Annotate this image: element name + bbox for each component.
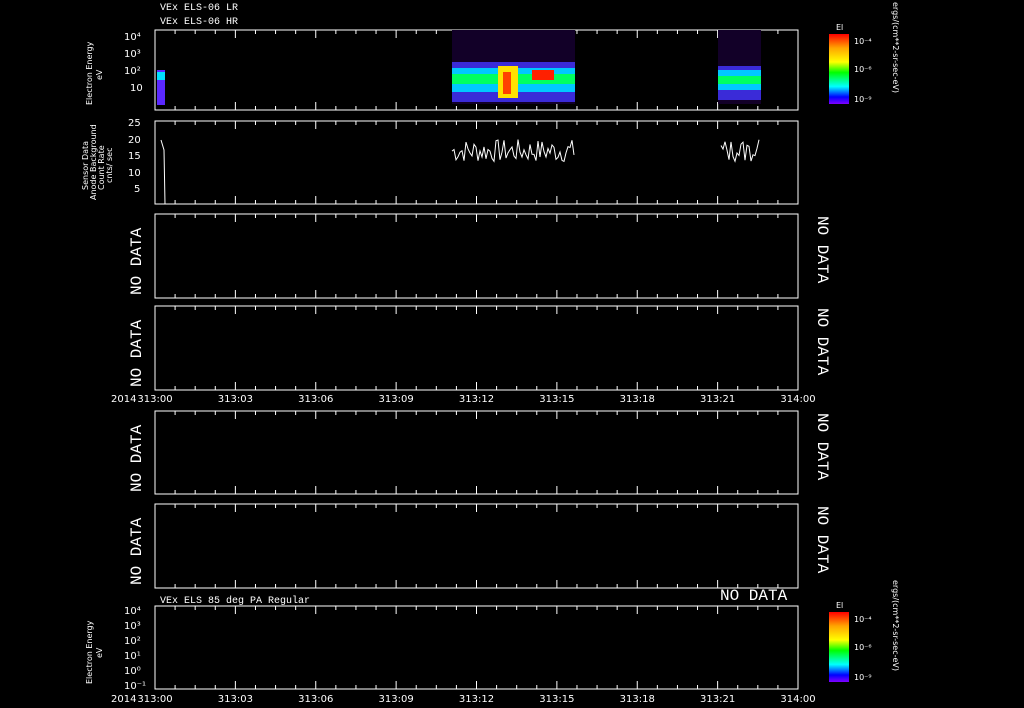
panel-2-ytick: 10	[128, 168, 141, 179]
spectro-block-1-hot	[503, 72, 511, 94]
time-tick-label: 314:00	[780, 694, 815, 705]
colorbar-bottom-title: El	[836, 601, 843, 610]
colorbar-top-label: 10⁻⁴	[854, 37, 872, 46]
time-tick-label: 313:03	[218, 694, 253, 705]
time-tick-label: 313:00	[137, 694, 172, 705]
panel-7-nodata: NO DATA	[720, 587, 788, 605]
time-tick-label: 313:12	[459, 694, 494, 705]
time-ticks	[154, 30, 799, 689]
nodata-left-panel-5: NO DATA	[128, 424, 146, 492]
panel-2-ytick: 15	[128, 151, 141, 162]
count-rate-edge-trace	[160, 139, 166, 205]
colorbar-bottom-unit: ergs/(cm**2-sr-sec-eV)	[891, 580, 900, 671]
time-tick-label: 313:15	[539, 694, 574, 705]
header-line-1: VEx ELS-06 LR	[160, 3, 238, 14]
panel-2-ylabel-line-4: cnts/ sec	[105, 148, 114, 184]
panel-7-ytick: 10³	[124, 621, 141, 632]
time-tick-label: 313:18	[620, 694, 655, 705]
colorbar-top-label: 10⁻⁹	[854, 95, 872, 104]
time-tick-label: 313:09	[379, 394, 414, 405]
panel-1-ylabel: Electron Energy	[85, 41, 94, 105]
nodata-left-panel-6: NO DATA	[128, 517, 146, 585]
panel-7-ytick: 10⁴	[124, 606, 141, 617]
count-rate-trace-1	[451, 139, 575, 163]
colorbar-top-label: 10⁻⁶	[854, 65, 872, 74]
time-tick-label: 314:00	[780, 394, 815, 405]
panel-1-yunit: eV	[95, 69, 104, 80]
spectro-block-2-core	[718, 76, 761, 84]
time-tick-label: 313:12	[459, 394, 494, 405]
time-tick-label: 313:09	[379, 694, 414, 705]
header-line-2: VEx ELS-06 HR	[160, 17, 238, 28]
panel-6-frame	[154, 503, 799, 589]
plot-canvas: VEx ELS-06 LR VEx ELS-06 HR Electron Ene…	[81, 2, 900, 705]
time-tick-label: 313:06	[298, 694, 333, 705]
time-tick-label: 313:18	[620, 394, 655, 405]
panel-4-frame	[154, 305, 799, 391]
panel-7-ytick: 10¹	[124, 651, 141, 662]
time-axis-labels: 313:00 313:03 313:06 313:09 313:12 313:15 313:…	[137, 394, 815, 705]
nodata-left-panel-4: NO DATA	[128, 319, 146, 387]
panel-7-title: VEx ELS 85 deg PA Regular	[160, 595, 310, 607]
nodata-right-panel-5: NO DATA	[813, 413, 831, 481]
spectro-edge-block	[157, 72, 165, 80]
panel-1-ytick: 10²	[124, 66, 141, 77]
colorbar-bottom: El 10⁻⁴ 10⁻⁶ 10⁻⁹ ergs/(cm**2-sr-sec-eV)	[829, 580, 900, 682]
panel-2-ytick: 25	[128, 118, 141, 129]
colorbar-top-gradient	[829, 34, 849, 104]
nodata-right-panel-3: NO DATA	[813, 216, 831, 284]
panel-2-ytick: 5	[134, 184, 140, 195]
time-axis-year-bottom: 2014	[111, 694, 136, 705]
panel-7-ylabel: Electron Energy	[85, 620, 94, 684]
time-tick-label: 313:06	[298, 394, 333, 405]
nodata-right-panel-6: NO DATA	[813, 506, 831, 574]
panel-3-frame	[154, 213, 799, 299]
time-tick-label: 313:03	[218, 394, 253, 405]
nodata-right-panel-4: NO DATA	[813, 308, 831, 376]
panel-7-frame	[154, 605, 799, 690]
panel-1-ytick: 10	[130, 83, 143, 94]
time-tick-label: 313:00	[137, 394, 172, 405]
panel-1-ytick: 10³	[124, 49, 141, 60]
spectro-block-1-hot	[532, 70, 554, 80]
colorbar-top-title: El	[836, 23, 843, 32]
count-rate-trace-2	[720, 139, 760, 163]
colorbar-top: El 10⁻⁴ 10⁻⁶ 10⁻⁹ ergs/(cm**2-sr-sec-eV)	[829, 2, 900, 104]
panel-7-ytick: 10⁰	[124, 666, 141, 677]
colorbar-top-unit: ergs/(cm**2-sr-sec-eV)	[891, 2, 900, 93]
panel-2-frame	[154, 120, 799, 205]
colorbar-bottom-label: 10⁻⁹	[854, 673, 872, 682]
panel-5-frame	[154, 410, 799, 495]
panel-2-ytick: 20	[128, 135, 141, 146]
panel-7-ytick: 10²	[124, 636, 141, 647]
time-axis-year-mid: 2014	[111, 394, 136, 405]
panel-7-yunit: eV	[95, 647, 104, 658]
time-tick-label: 313:15	[539, 394, 574, 405]
colorbar-bottom-label: 10⁻⁴	[854, 615, 872, 624]
time-tick-label: 313:21	[700, 394, 735, 405]
colorbar-bottom-gradient	[829, 612, 849, 682]
spectrogram-panel-1	[157, 30, 761, 105]
panel-7-ytick: 10⁻¹	[124, 681, 146, 692]
colorbar-bottom-label: 10⁻⁶	[854, 643, 872, 652]
panel-1-ytick: 10⁴	[124, 32, 141, 43]
nodata-left-panel-3: NO DATA	[128, 227, 146, 295]
time-tick-label: 313:21	[700, 694, 735, 705]
